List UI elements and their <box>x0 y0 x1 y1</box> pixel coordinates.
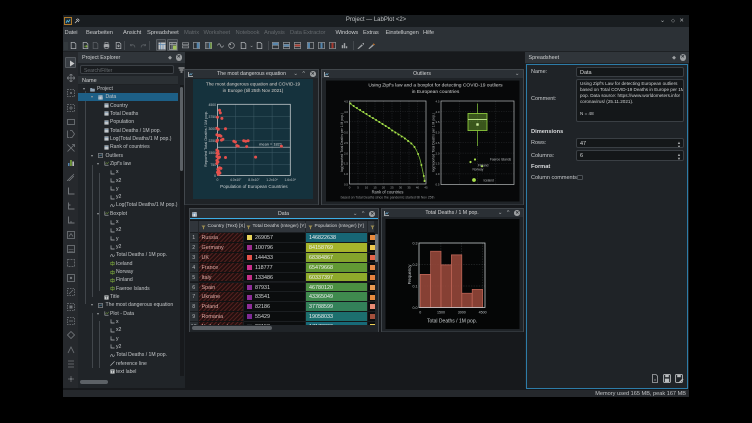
svg-text:3.5: 3.5 <box>343 120 347 124</box>
svg-text:0.1: 0.1 <box>412 285 417 289</box>
svg-text:4.0: 4.0 <box>435 110 439 114</box>
svg-text:3.0: 3.0 <box>435 131 439 135</box>
svg-text:0.3: 0.3 <box>412 242 417 246</box>
svg-text:1.5: 1.5 <box>343 162 347 166</box>
svg-text:1500: 1500 <box>208 151 216 155</box>
svg-text:Frequency: Frequency <box>407 264 412 285</box>
svg-text:Total Deaths / 1M pop.: Total Deaths / 1M pop. <box>426 319 476 325</box>
svg-text:35: 35 <box>407 186 411 190</box>
svg-text:1.2x10⁸: 1.2x10⁸ <box>266 178 278 182</box>
svg-text:Faeroe Islands: Faeroe Islands <box>490 158 511 162</box>
svg-text:8.0x10⁷: 8.0x10⁷ <box>248 178 260 182</box>
svg-text:1.6x10⁸: 1.6x10⁸ <box>284 178 296 182</box>
svg-text:2.0: 2.0 <box>343 151 347 155</box>
svg-text:45: 45 <box>424 186 428 190</box>
svg-text:in Europe (till 25th Nov 2021): in Europe (till 25th Nov 2021) <box>223 88 284 93</box>
svg-text:Reported Total Deaths / 1M pop: Reported Total Deaths / 1M pop. <box>203 111 208 167</box>
svg-text:2.0: 2.0 <box>435 151 439 155</box>
svg-text:0.5: 0.5 <box>435 182 439 186</box>
svg-text:1.0: 1.0 <box>343 172 347 176</box>
svg-text:4.0x10⁷: 4.0x10⁷ <box>230 178 242 182</box>
svg-text:2.5: 2.5 <box>343 141 347 145</box>
svg-text:Using Zipf's law and a boxplot: Using Zipf's law and a boxplot for detec… <box>368 83 503 89</box>
svg-text:log(reported Total Deaths per: log(reported Total Deaths per 1 M pop.) <box>431 113 435 172</box>
svg-text:3000: 3000 <box>457 311 465 315</box>
svg-text:750: 750 <box>210 163 216 167</box>
svg-text:The most dangerous equation an: The most dangerous equation and COVID-19 <box>206 82 301 87</box>
svg-text:Rank of countries: Rank of countries <box>371 190 403 195</box>
svg-text:2.5: 2.5 <box>435 141 439 145</box>
svg-text:based on Total Deaths since th: based on Total Deaths since the pandemic… <box>340 196 434 200</box>
svg-text:40: 40 <box>415 186 419 190</box>
svg-text:in European countries: in European countries <box>411 89 459 95</box>
svg-text:0.2: 0.2 <box>412 263 417 267</box>
svg-text:3000: 3000 <box>208 127 216 131</box>
svg-text:1.5: 1.5 <box>435 162 439 166</box>
svg-text:Iceland: Iceland <box>483 179 494 183</box>
svg-text:2250: 2250 <box>208 139 216 143</box>
svg-text:log(reported Total Deaths per: log(reported Total Deaths per 1 M pop.) <box>340 113 344 172</box>
svg-text:3.5: 3.5 <box>435 120 439 124</box>
svg-text:Population of European Countri: Population of European Countries <box>220 184 288 189</box>
svg-text:0: 0 <box>419 311 421 315</box>
svg-text:3.0: 3.0 <box>343 131 347 135</box>
svg-text:Norway: Norway <box>472 168 483 172</box>
svg-text:4.5: 4.5 <box>435 100 439 104</box>
svg-text:0: 0 <box>217 178 219 182</box>
svg-text:4500: 4500 <box>208 103 216 107</box>
svg-text:4.0: 4.0 <box>343 110 347 114</box>
svg-text:10: 10 <box>364 186 368 190</box>
svg-text:3750: 3750 <box>208 115 216 119</box>
svg-text:mean = 1821: mean = 1821 <box>259 142 282 147</box>
svg-text:4.5: 4.5 <box>343 100 347 104</box>
svg-text:4500: 4500 <box>478 311 486 315</box>
svg-text:1.0: 1.0 <box>435 172 439 176</box>
svg-text:1500: 1500 <box>437 311 445 315</box>
svg-text:0.0: 0.0 <box>412 306 417 310</box>
